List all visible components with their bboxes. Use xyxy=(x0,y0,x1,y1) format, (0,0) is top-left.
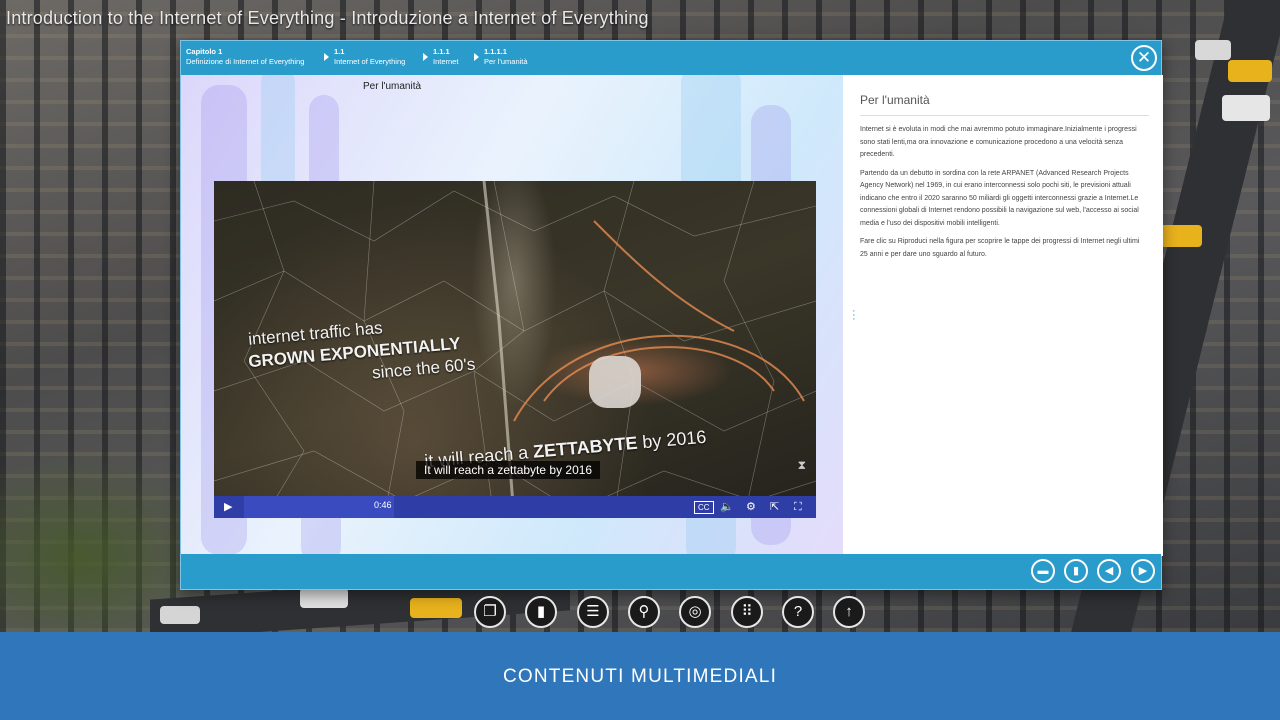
play-button[interactable]: ▶ xyxy=(224,499,232,515)
white-car xyxy=(300,588,348,608)
pages-button[interactable]: ❐ xyxy=(474,596,506,628)
panel-paragraph: Fare clic su Riproduci nella figura per … xyxy=(860,238,1140,258)
footer-label: CONTENUTI MULTIMEDIALI xyxy=(502,666,778,687)
globe-icon: ◎ xyxy=(688,603,702,620)
text-panel: Per l'umanità Internet si è evoluta in m… xyxy=(843,75,1163,556)
settings-button[interactable]: ⚙ xyxy=(746,499,756,515)
panel-paragraph: Internet si è evoluta in modi che mai av… xyxy=(860,126,1137,158)
decorative-shape xyxy=(309,95,339,195)
previous-button[interactable]: ◀ xyxy=(1097,559,1121,583)
top-button[interactable]: ↑ xyxy=(833,596,865,628)
close-button[interactable]: ✕ xyxy=(1131,45,1157,71)
video-time: 0:46 xyxy=(374,500,392,510)
panel-title: Per l'umanità xyxy=(860,93,1149,116)
breadcrumb-section[interactable]: 1.1 Internet of Everything xyxy=(324,47,405,67)
volume-icon: 🔈 xyxy=(720,501,734,513)
glossary-button[interactable]: ◎ xyxy=(679,596,711,628)
video-subtitle: It will reach a zettabyte by 2016 xyxy=(416,461,601,479)
breadcrumb: Capitolo 1 Definizione di Internet of Ev… xyxy=(181,41,1161,75)
breadcrumb-topic[interactable]: 1.1.1 Internet xyxy=(423,47,458,67)
breadcrumb-page[interactable]: 1.1.1.1 Per l'umanità xyxy=(474,47,528,67)
search-button[interactable]: ⚲ xyxy=(628,596,660,628)
bookmark-icon: ▮ xyxy=(1072,565,1080,577)
taxi-car xyxy=(1228,60,1272,82)
video-controls: ▶ 0:46 CC 🔈 ⚙ ⇱ ⛶ xyxy=(214,496,816,518)
share-button[interactable]: ⇱ xyxy=(770,499,779,515)
fullscreen-icon: ⛶ xyxy=(794,501,802,513)
arrow-left-icon: ◀ xyxy=(1104,565,1114,577)
course-nav-bar: ▬ ▮ ◀ ▶ xyxy=(181,554,1161,589)
gear-icon: ⚙ xyxy=(746,501,756,513)
media-area: Per l'umanità internet traffic has GROWN… xyxy=(181,75,843,556)
taxi-car xyxy=(1160,225,1202,247)
bookmark-icon: ▮ xyxy=(536,603,546,620)
fullscreen-button[interactable]: ⛶ xyxy=(794,499,802,515)
grid-icon: ⠿ xyxy=(741,603,753,620)
close-icon: ✕ xyxy=(1136,48,1152,67)
breadcrumb-arrow-icon xyxy=(324,53,329,61)
breadcrumb-arrow-icon xyxy=(423,53,428,61)
captions-button[interactable]: CC xyxy=(694,501,714,514)
help-button[interactable]: ? xyxy=(782,596,814,628)
play-icon: ▶ xyxy=(224,501,233,513)
list-icon: ☰ xyxy=(586,603,600,620)
slide-title: Per l'umanità xyxy=(363,81,422,92)
volume-button[interactable]: 🔈 xyxy=(720,499,734,515)
bookmarks-button[interactable]: ▮ xyxy=(525,596,557,628)
arrow-right-icon: ▶ xyxy=(1138,565,1148,577)
taxi-car xyxy=(410,598,462,618)
pages-icon: ❐ xyxy=(483,603,497,620)
bookmark-button[interactable]: ▮ xyxy=(1064,559,1088,583)
menu-button[interactable]: ☰ xyxy=(577,596,609,628)
video-player[interactable]: internet traffic has GROWN EXPONENTIALLY… xyxy=(214,181,816,518)
breadcrumb-arrow-icon xyxy=(474,53,479,61)
app-title: Introduction to the Internet of Everythi… xyxy=(6,8,649,28)
apps-button[interactable]: ⠿ xyxy=(731,596,763,628)
share-icon: ⇱ xyxy=(770,501,780,513)
comment-icon: ▬ xyxy=(1037,565,1049,577)
cc-icon: CC xyxy=(698,503,710,512)
search-icon: ⚲ xyxy=(638,603,650,620)
comment-button[interactable]: ▬ xyxy=(1031,559,1055,583)
breadcrumb-chapter[interactable]: Capitolo 1 Definizione di Internet of Ev… xyxy=(186,47,304,67)
resize-handle-icon[interactable]: · · · xyxy=(852,306,856,325)
white-car xyxy=(160,606,200,624)
video-progress-bar[interactable] xyxy=(244,496,394,518)
white-car xyxy=(1222,95,1270,121)
help-icon: ? xyxy=(793,603,803,620)
arrow-up-icon: ↑ xyxy=(845,603,853,620)
panel-paragraph: Partendo da un debutto in sordina con la… xyxy=(860,169,1139,227)
course-window: Capitolo 1 Definizione di Internet of Ev… xyxy=(180,40,1163,590)
next-button[interactable]: ▶ xyxy=(1131,559,1155,583)
hourglass-icon: ⧗ xyxy=(797,458,806,472)
footer-banner: CONTENUTI MULTIMEDIALI xyxy=(0,632,1280,720)
white-car xyxy=(1195,40,1231,60)
